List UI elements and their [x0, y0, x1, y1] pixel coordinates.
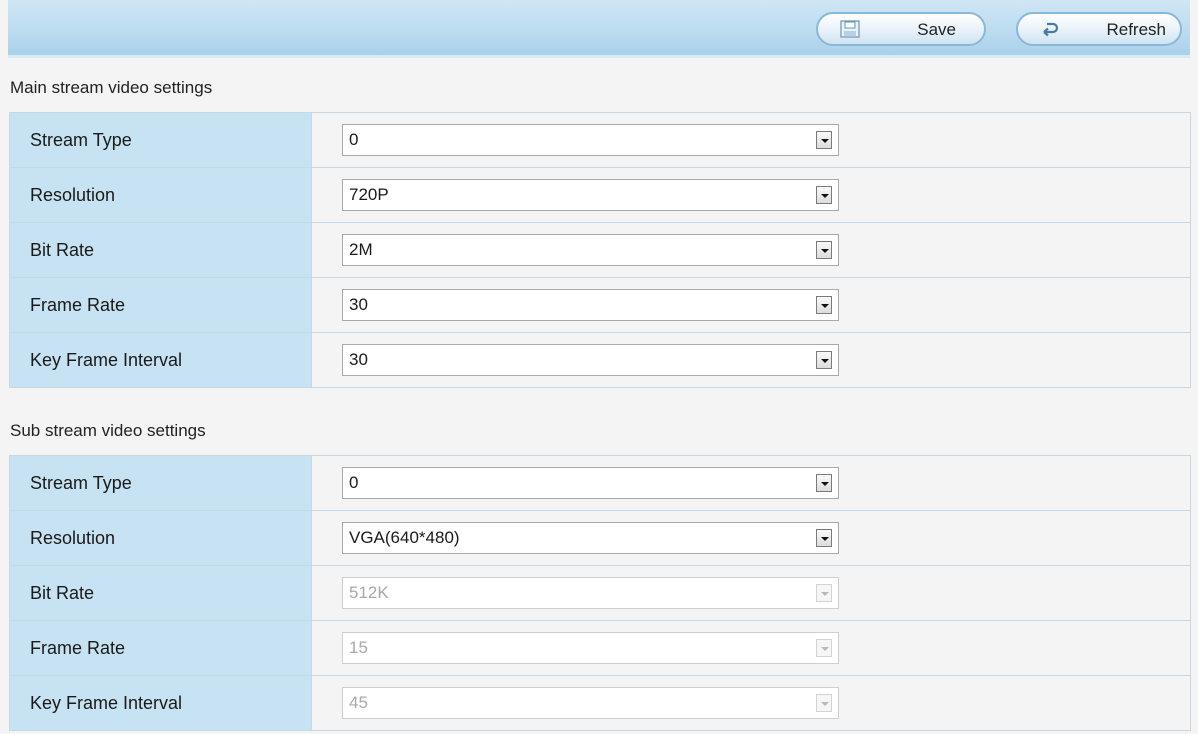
- dropdown-arrow-icon: [816, 639, 832, 657]
- dropdown-arrow-icon[interactable]: [816, 474, 832, 492]
- main-bit-rate-value: 2M: [349, 240, 373, 259]
- sub-row-bit-rate: Bit Rate 512K: [9, 565, 1191, 621]
- main-bit-rate-select[interactable]: 2M: [342, 234, 839, 266]
- sub-resolution-value: VGA(640*480): [349, 528, 460, 547]
- sub-stream-type-cell: 0: [311, 455, 1191, 511]
- sub-bit-rate-cell: 512K: [311, 565, 1191, 621]
- sub-frame-rate-value: 15: [349, 638, 368, 657]
- sub-bit-rate-value: 512K: [349, 583, 389, 602]
- sub-frame-rate-select: 15: [342, 632, 839, 664]
- sub-frame-rate-cell: 15: [311, 620, 1191, 676]
- dropdown-arrow-icon: [816, 584, 832, 602]
- sub-key-frame-interval-cell: 45: [311, 675, 1191, 731]
- sub-stream-title: Sub stream video settings: [10, 421, 206, 440]
- sub-row-frame-rate: Frame Rate 15: [9, 620, 1191, 676]
- toolbar: Save Refresh: [8, 0, 1190, 58]
- main-key-frame-interval-value: 30: [349, 350, 368, 369]
- main-frame-rate-cell: 30: [311, 277, 1191, 333]
- sub-stream-type-select[interactable]: 0: [342, 467, 839, 499]
- main-row-key-frame-interval: Key Frame Interval 30: [9, 332, 1191, 388]
- main-resolution-label: Resolution: [9, 167, 312, 223]
- sub-row-key-frame-interval: Key Frame Interval 45: [9, 675, 1191, 731]
- main-frame-rate-value: 30: [349, 295, 368, 314]
- sub-key-frame-interval-select: 45: [342, 687, 839, 719]
- sub-frame-rate-label: Frame Rate: [9, 620, 312, 676]
- main-frame-rate-label: Frame Rate: [9, 277, 312, 333]
- sub-stream-type-label: Stream Type: [9, 455, 312, 511]
- save-button[interactable]: Save: [816, 12, 986, 46]
- sub-key-frame-interval-value: 45: [349, 693, 368, 712]
- sub-resolution-select[interactable]: VGA(640*480): [342, 522, 839, 554]
- main-stream-type-value: 0: [349, 130, 359, 149]
- dropdown-arrow-icon[interactable]: [816, 351, 832, 369]
- dropdown-arrow-icon[interactable]: [816, 296, 832, 314]
- main-resolution-select[interactable]: 720P: [342, 179, 839, 211]
- main-stream-type-label: Stream Type: [9, 112, 312, 168]
- main-bit-rate-cell: 2M: [311, 222, 1191, 278]
- sub-stream-type-value: 0: [349, 473, 359, 492]
- dropdown-arrow-icon[interactable]: [816, 186, 832, 204]
- sub-bit-rate-label: Bit Rate: [9, 565, 312, 621]
- main-resolution-value: 720P: [349, 185, 389, 204]
- main-key-frame-interval-label: Key Frame Interval: [9, 332, 312, 388]
- dropdown-arrow-icon[interactable]: [816, 529, 832, 547]
- dropdown-arrow-icon[interactable]: [816, 241, 832, 259]
- main-row-bit-rate: Bit Rate 2M: [9, 222, 1191, 278]
- sub-resolution-label: Resolution: [9, 510, 312, 566]
- main-resolution-cell: 720P: [311, 167, 1191, 223]
- refresh-button[interactable]: Refresh: [1016, 12, 1182, 46]
- sub-stream-table: Stream Type 0 Resolution VGA(640*480) Bit Ra…: [9, 455, 1191, 731]
- main-row-frame-rate: Frame Rate 30: [9, 277, 1191, 333]
- main-stream-type-select[interactable]: 0: [342, 124, 839, 156]
- sub-row-stream-type: Stream Type 0: [9, 455, 1191, 511]
- main-key-frame-interval-cell: 30: [311, 332, 1191, 388]
- main-row-stream-type: Stream Type 0: [9, 112, 1191, 168]
- sub-bit-rate-select: 512K: [342, 577, 839, 609]
- main-row-resolution: Resolution 720P: [9, 167, 1191, 223]
- refresh-button-label: Refresh: [1106, 20, 1166, 39]
- main-frame-rate-select[interactable]: 30: [342, 289, 839, 321]
- save-button-label: Save: [917, 20, 956, 39]
- floppy-disk-icon: [840, 20, 860, 38]
- dropdown-arrow-icon: [816, 694, 832, 712]
- main-stream-table: Stream Type 0 Resolution 720P Bit Rate 2M Fram…: [9, 112, 1191, 388]
- main-stream-type-cell: 0: [311, 112, 1191, 168]
- main-key-frame-interval-select[interactable]: 30: [342, 344, 839, 376]
- sub-resolution-cell: VGA(640*480): [311, 510, 1191, 566]
- main-stream-title: Main stream video settings: [10, 78, 213, 97]
- sub-row-resolution: Resolution VGA(640*480): [9, 510, 1191, 566]
- sub-key-frame-interval-label: Key Frame Interval: [9, 675, 312, 731]
- dropdown-arrow-icon[interactable]: [816, 131, 832, 149]
- undo-arrow-icon: [1043, 22, 1059, 37]
- main-bit-rate-label: Bit Rate: [9, 222, 312, 278]
